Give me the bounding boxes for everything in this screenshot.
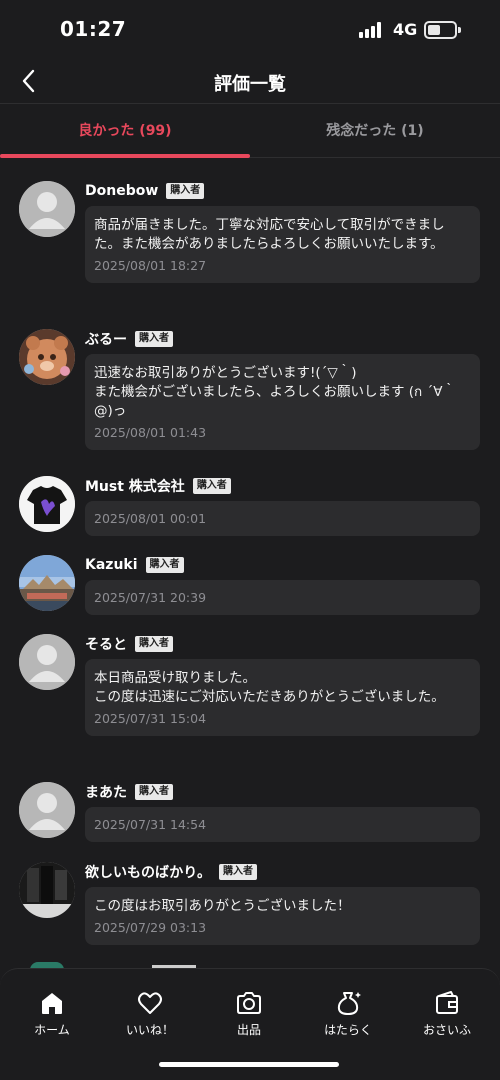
review-name-row: Must 株式会社 購入者 <box>85 476 231 496</box>
nav-sell[interactable]: 出品 <box>199 989 299 1038</box>
review-bubble: 商品が届きました。丁寧な対応で安心して取引ができました。また機会がありましたらよ… <box>85 206 480 283</box>
tab-bar: 良かった (99) 残念だった (1) <box>0 104 500 158</box>
review-bubble: 2025/08/01 00:01 <box>85 501 480 536</box>
buyer-badge: 購入者 <box>135 636 173 652</box>
buyer-badge: 購入者 <box>192 478 231 494</box>
camera-icon <box>237 992 261 1014</box>
review-date: 2025/07/31 20:39 <box>94 590 207 605</box>
reviewer-name[interactable]: Donebow <box>85 183 158 199</box>
reviewer-name[interactable]: Kazuki <box>85 557 138 573</box>
default-avatar-icon[interactable] <box>19 782 75 838</box>
buyer-badge: 購入者 <box>135 784 173 800</box>
review-date: 2025/08/01 01:43 <box>94 425 207 440</box>
review-name-row: そると 購入者 <box>85 634 173 654</box>
review-text: 迅速なお取引ありがとうございます!(´▽｀) また機会がございましたら、よろしく… <box>94 365 457 419</box>
reviewer-name[interactable]: Must 株式会社 <box>85 476 185 496</box>
nav-label: おさいふ <box>422 1023 471 1037</box>
battery-icon <box>424 21 461 39</box>
nav-work[interactable]: はたらく <box>298 989 398 1038</box>
default-avatar-icon[interactable] <box>19 181 75 237</box>
home-icon <box>42 993 62 1014</box>
review-name-row: まあた 購入者 <box>85 782 173 802</box>
bear-photo-avatar[interactable] <box>19 329 75 385</box>
page-title: 評価一覧 <box>214 74 286 95</box>
landscape-photo-avatar[interactable] <box>19 555 75 611</box>
review-name-row: ぶるー 購入者 <box>85 329 173 349</box>
nav-home[interactable]: ホーム <box>2 989 102 1038</box>
nav-label: ホーム <box>34 1023 70 1037</box>
reviewer-name[interactable]: まあた <box>85 782 127 802</box>
wallet-icon <box>436 991 458 1014</box>
reviewer-name[interactable]: 欲しいものばかり。 <box>85 862 211 882</box>
review-bubble: 迅速なお取引ありがとうございます!(´▽｀) また機会がございましたら、よろしく… <box>85 354 480 450</box>
review-date: 2025/07/31 15:04 <box>94 711 207 726</box>
review-name-row: Donebow 購入者 <box>85 181 205 201</box>
review-name-row: 欲しいものばかり。 購入者 <box>85 862 257 882</box>
reviewer-name[interactable]: ぶるー <box>85 329 127 349</box>
review-text: この度はお取引ありがとうございました！ <box>94 898 351 914</box>
review-date: 2025/07/31 14:54 <box>94 817 207 832</box>
review-text: 商品が届きました。丁寧な対応で安心して取引ができました。また機会がありましたらよ… <box>94 217 445 252</box>
clothes-photo-avatar[interactable] <box>19 862 75 918</box>
nav-likes[interactable]: いいね！ <box>100 989 200 1038</box>
nav-label: 出品 <box>236 1023 261 1037</box>
tshirt-photo-avatar[interactable] <box>19 476 75 532</box>
nav-wallet[interactable]: おさいふ <box>397 989 497 1038</box>
tab-bad[interactable]: 残念だった (1) <box>250 104 500 158</box>
review-bubble: 2025/07/31 14:54 <box>85 807 480 842</box>
active-tab-indicator <box>0 154 250 158</box>
tab-good[interactable]: 良かった (99) <box>0 104 250 158</box>
buyer-badge: 購入者 <box>145 557 184 573</box>
cellular-signal-icon <box>359 22 385 38</box>
review-bubble: 2025/07/31 20:39 <box>85 580 480 615</box>
review-date: 2025/07/29 03:13 <box>94 920 207 935</box>
review-bubble: この度はお取引ありがとうございました！ 2025/07/29 03:13 <box>85 887 480 945</box>
review-bubble: 本日商品受け取りました。 この度は迅速にご対応いただきありがとうございました。 … <box>85 659 480 736</box>
heart-icon <box>138 992 162 1014</box>
network-type: 4G <box>393 20 418 39</box>
buyer-badge: 購入者 <box>166 183 205 199</box>
header: 評価一覧 <box>0 58 500 104</box>
review-name-row: Kazuki 購入者 <box>85 555 184 575</box>
default-avatar-icon[interactable] <box>19 634 75 690</box>
status-bar: 01:27 4G <box>0 0 500 58</box>
buyer-badge: 購入者 <box>135 331 173 347</box>
nav-label: いいね！ <box>125 1023 174 1037</box>
buyer-badge: 購入者 <box>219 864 257 880</box>
nav-label: はたらく <box>324 1023 372 1037</box>
home-indicator <box>159 1062 339 1067</box>
reviewer-name[interactable]: そると <box>85 634 127 654</box>
status-time: 01:27 <box>60 17 127 41</box>
review-text: 本日商品受け取りました。 この度は迅速にご対応いただきありがとうございました。 <box>94 670 445 705</box>
review-date: 2025/08/01 00:01 <box>94 511 207 526</box>
money-bag-icon <box>337 992 361 1015</box>
review-date: 2025/08/01 18:27 <box>94 258 207 273</box>
